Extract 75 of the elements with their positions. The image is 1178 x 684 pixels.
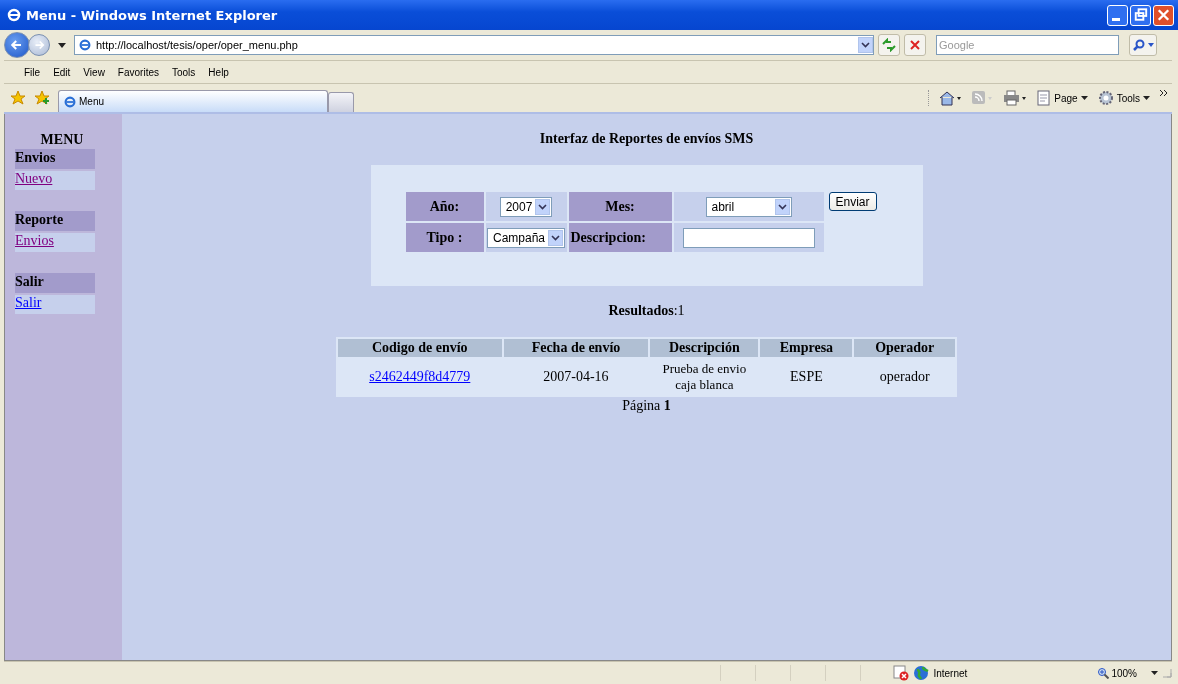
- menu-item[interactable]: View: [83, 66, 105, 78]
- add-favorite-icon[interactable]: [34, 90, 50, 106]
- star-icon[interactable]: [10, 90, 26, 106]
- menu-link[interactable]: Envios: [15, 233, 54, 248]
- globe-icon: [913, 665, 930, 681]
- caret-icon: [1148, 43, 1154, 47]
- stop-button[interactable]: [904, 34, 926, 56]
- caret-icon: [1080, 96, 1088, 100]
- table-cell-text: operador: [878, 368, 931, 386]
- browser-tab[interactable]: Menu: [58, 90, 328, 112]
- page-title: Interfaz de Reportes de envíos SMS: [539, 131, 754, 147]
- zoom-button[interactable]: 100%: [1097, 667, 1137, 679]
- caret-icon[interactable]: [1151, 671, 1158, 675]
- zoom-icon: [1097, 667, 1110, 679]
- year-dropdown[interactable]: 2007: [499, 196, 553, 217]
- column-header: Fecha de envío: [503, 339, 649, 357]
- month-dropdown[interactable]: abril: [705, 196, 792, 217]
- window-title: Menu - Windows Internet Explorer: [26, 7, 279, 23]
- code-link[interactable]: s2462449f8d4779: [369, 369, 471, 384]
- menu-heading: Salir: [15, 273, 95, 293]
- type-dropdown[interactable]: Campaña: [487, 227, 565, 248]
- column-header: Empresa: [760, 339, 853, 357]
- field-label: Descripcion:: [568, 223, 672, 252]
- table-cell-text: ESPE: [789, 368, 824, 386]
- search-field[interactable]: Google: [936, 35, 1119, 55]
- field-label: Año:: [405, 192, 484, 221]
- minimize-button[interactable]: [1107, 4, 1128, 26]
- refresh-button[interactable]: [878, 34, 900, 56]
- column-header: Descripción: [650, 339, 759, 357]
- menu-item[interactable]: Edit: [53, 66, 71, 78]
- menu-link[interactable]: Salir: [15, 295, 42, 310]
- refresh-icon: [881, 38, 897, 52]
- field-label: Mes:: [568, 192, 672, 221]
- menu-item[interactable]: Favorites: [117, 66, 159, 78]
- home-icon[interactable]: [939, 90, 962, 106]
- back-button[interactable]: [4, 32, 30, 58]
- command-button[interactable]: Page: [1037, 90, 1088, 106]
- table-cell-text: Prueba de envio caja blanca: [661, 360, 748, 394]
- blocked-icon: [893, 665, 910, 681]
- menu-heading: Reporte: [15, 211, 95, 231]
- search-icon: [1132, 38, 1146, 52]
- page-number: Página 1: [622, 398, 671, 414]
- address-field[interactable]: http://localhost/tesis/oper/oper_menu.php: [74, 35, 874, 55]
- menu-link[interactable]: Nuevo: [15, 171, 53, 186]
- browser-logo-icon: [63, 94, 77, 109]
- new-tab-button[interactable]: [328, 92, 354, 112]
- table-cell-text: 2007-04-16: [542, 368, 610, 386]
- menu-item[interactable]: Help: [208, 66, 229, 78]
- close-button[interactable]: [1153, 4, 1174, 26]
- minimize-icon: [1111, 17, 1120, 21]
- browser-logo-icon: [6, 7, 22, 23]
- resize-grip-icon[interactable]: [1162, 668, 1172, 678]
- column-header: Codigo de envío: [338, 339, 502, 357]
- caret-icon: [1143, 96, 1150, 100]
- stop-icon: [909, 39, 921, 51]
- page-icon: [78, 38, 92, 52]
- security-zone: Internet: [933, 667, 969, 679]
- page-icon: [1037, 90, 1052, 106]
- description-field[interactable]: [682, 227, 815, 248]
- menu-item[interactable]: Tools: [172, 66, 196, 78]
- menu-title: MENU: [39, 132, 85, 148]
- menu-item[interactable]: File: [24, 66, 41, 78]
- caret-icon[interactable]: [58, 42, 66, 48]
- chevron-icon[interactable]: [1160, 90, 1168, 97]
- command-button[interactable]: Tools: [1097, 90, 1150, 106]
- print-icon[interactable]: [1003, 90, 1028, 106]
- forward-button[interactable]: [28, 34, 50, 56]
- gear-icon: [1097, 90, 1114, 106]
- menu-heading: Envios: [15, 149, 95, 169]
- submit-button[interactable]: Enviar: [828, 192, 877, 211]
- column-header: Operador: [854, 339, 955, 357]
- search-button[interactable]: [1129, 34, 1157, 56]
- field-label: Tipo :: [405, 223, 484, 252]
- restore-button[interactable]: [1130, 4, 1151, 26]
- results-count: Resultados:1: [608, 303, 685, 319]
